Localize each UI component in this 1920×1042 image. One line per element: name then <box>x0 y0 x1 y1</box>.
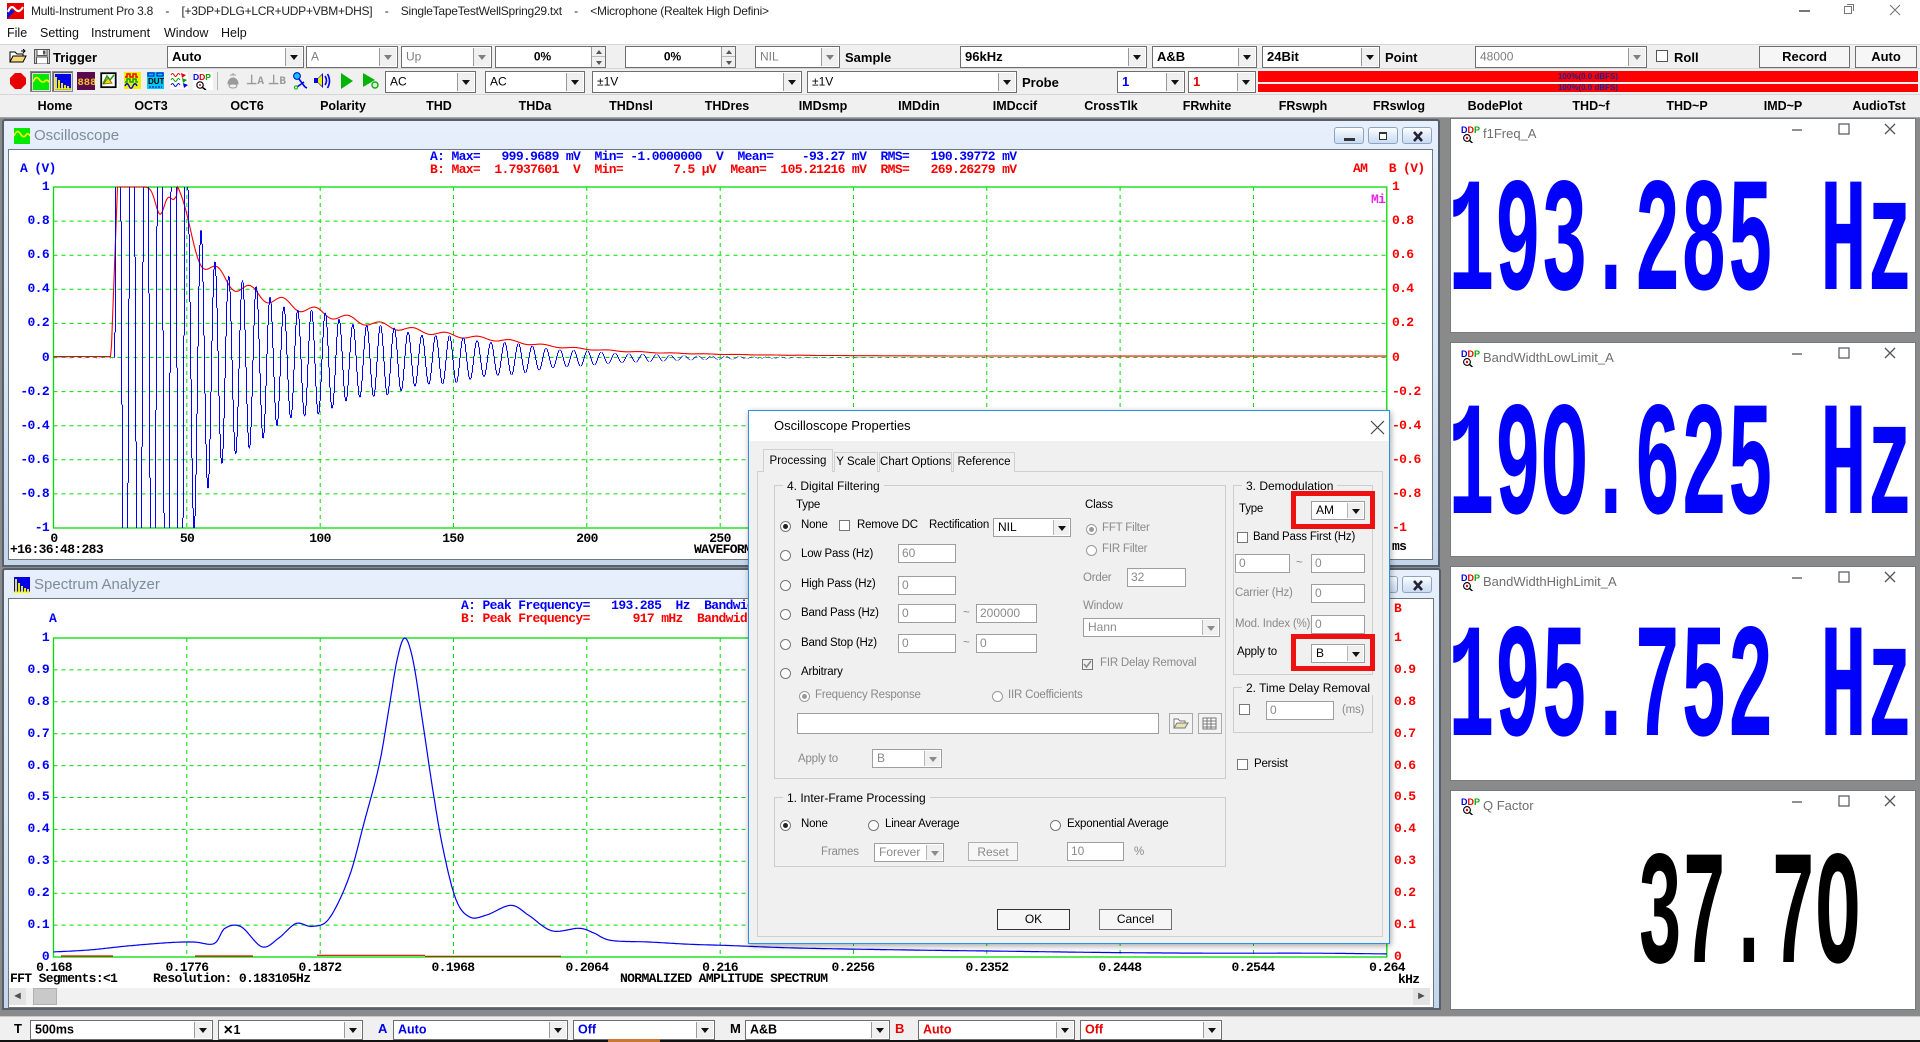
svg-text:DDP: DDP <box>1461 125 1480 135</box>
svg-text:DDP: DDP <box>1461 573 1480 583</box>
svg-text:DDP: DDP <box>1461 797 1480 807</box>
svg-text:DUT: DUT <box>148 77 164 86</box>
svg-text:DDP: DDP <box>1461 349 1480 359</box>
svg-text:888: 888 <box>78 77 96 89</box>
svg-text:DDP: DDP <box>193 72 211 82</box>
